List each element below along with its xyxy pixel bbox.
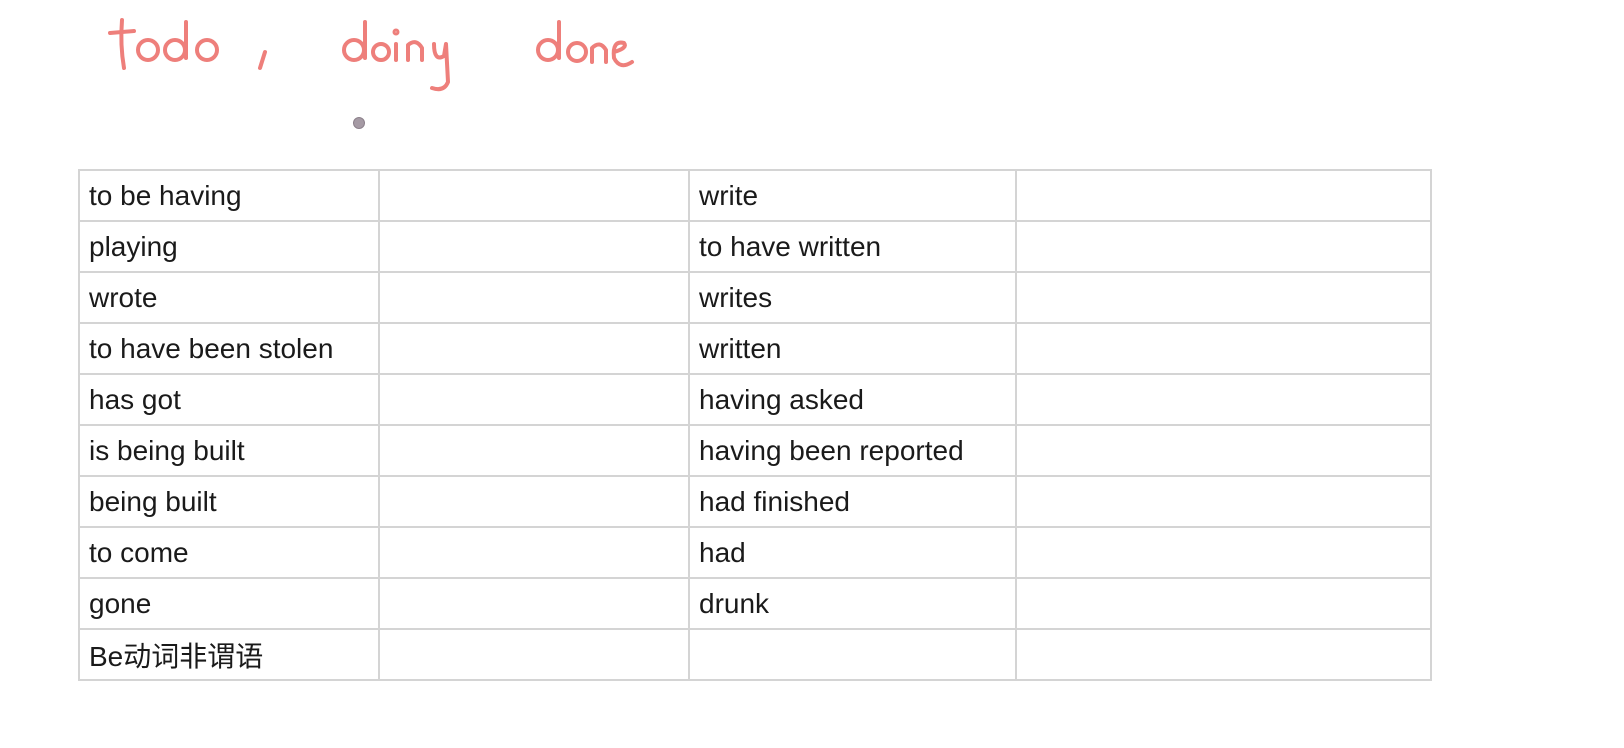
verb-form-cell: gone [78, 577, 380, 630]
answer-cell [1015, 475, 1432, 528]
verb-form-cell: playing [78, 220, 380, 273]
answer-cell [1015, 220, 1432, 273]
answer-cell [1015, 526, 1432, 579]
answer-cell [378, 475, 690, 528]
answer-cell [378, 220, 690, 273]
answer-cell [1015, 577, 1432, 630]
verb-form-cell: had [688, 526, 1017, 579]
verb-form-cell [688, 628, 1017, 681]
answer-cell [378, 424, 690, 477]
verb-form-cell: had finished [688, 475, 1017, 528]
table-row: has got having asked [78, 373, 1432, 426]
answer-cell [378, 271, 690, 324]
verb-form-cell: drunk [688, 577, 1017, 630]
table-row: gone drunk [78, 577, 1432, 630]
handwritten-note-strokes [108, 18, 634, 92]
verb-forms-table: to be having write playing to have written w… [78, 169, 1432, 681]
answer-cell [378, 373, 690, 426]
answer-cell [378, 169, 690, 222]
answer-cell [1015, 373, 1432, 426]
table-row: to be having write [78, 169, 1432, 222]
verb-form-cell: to come [78, 526, 380, 579]
table-row: playing to have written [78, 220, 1432, 273]
answer-cell [378, 628, 690, 681]
answer-cell [378, 577, 690, 630]
verb-form-cell: writes [688, 271, 1017, 324]
answer-cell [378, 526, 690, 579]
verb-form-cell: to have written [688, 220, 1017, 273]
table-row: Be动词非谓语 [78, 628, 1432, 681]
table-row: is being built having been reported [78, 424, 1432, 477]
verb-form-cell: having been reported [688, 424, 1017, 477]
verb-form-cell: Be动词非谓语 [78, 628, 380, 681]
table-row: to come had [78, 526, 1432, 579]
verb-form-cell: wrote [78, 271, 380, 324]
table-row: wrote writes [78, 271, 1432, 324]
verb-form-cell: to have been stolen [78, 322, 380, 375]
answer-cell [1015, 169, 1432, 222]
verb-form-cell: having asked [688, 373, 1017, 426]
pointer-dot [353, 117, 365, 129]
verb-form-cell: write [688, 169, 1017, 222]
verb-form-cell: written [688, 322, 1017, 375]
answer-cell [1015, 628, 1432, 681]
table-body: to be having write playing to have written w… [78, 169, 1432, 681]
handwritten-note [100, 0, 660, 110]
answer-cell [1015, 271, 1432, 324]
table-row: being built had finished [78, 475, 1432, 528]
verb-form-cell: being built [78, 475, 380, 528]
verb-form-cell: is being built [78, 424, 380, 477]
table-row: to have been stolen written [78, 322, 1432, 375]
verb-form-cell: to be having [78, 169, 380, 222]
verb-form-cell: has got [78, 373, 380, 426]
answer-cell [378, 322, 690, 375]
answer-cell [1015, 424, 1432, 477]
answer-cell [1015, 322, 1432, 375]
